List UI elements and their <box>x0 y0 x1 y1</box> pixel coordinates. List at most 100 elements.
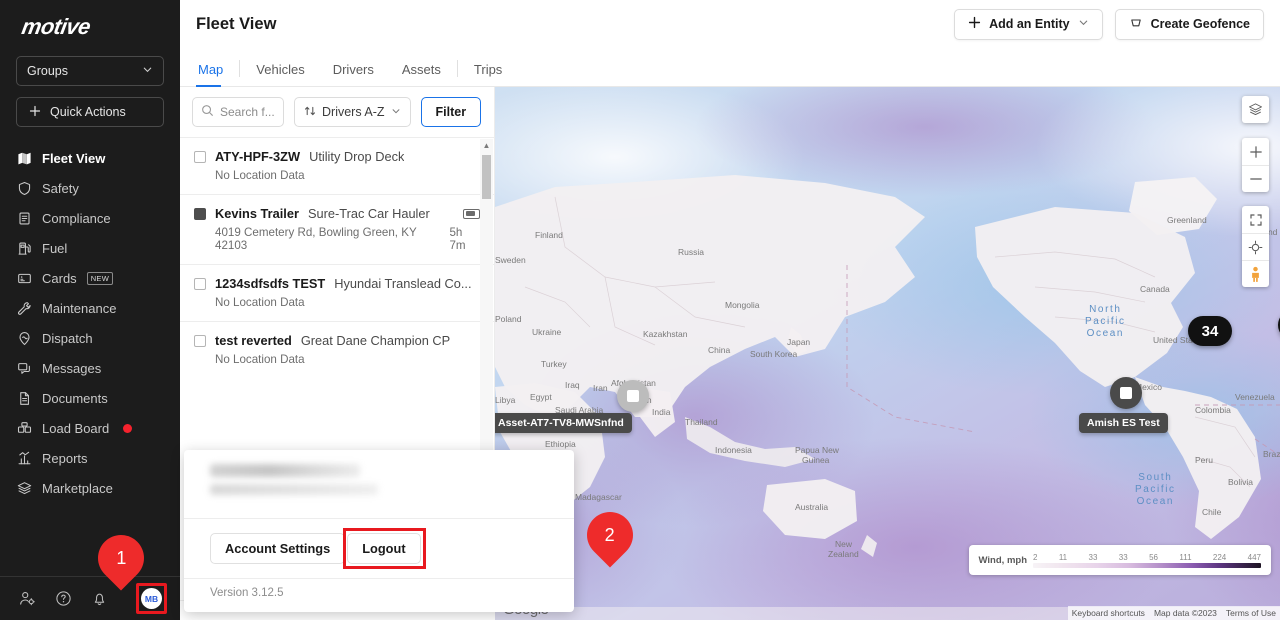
wrench-icon <box>16 300 32 316</box>
list-item-checkbox[interactable] <box>194 335 206 347</box>
sidebar-item-label: Dispatch <box>42 331 93 346</box>
tab-separator <box>457 60 458 77</box>
list-item-header: 1234sdfsdfs TEST Hyundai Translead Co... <box>194 276 480 291</box>
groups-selector[interactable]: Groups <box>16 56 164 86</box>
asset-marker[interactable] <box>1110 377 1142 409</box>
sidebar-item-label: Fuel <box>42 241 67 256</box>
wind-legend-title: Wind, mph <box>979 555 1027 566</box>
sidebar-item-label: Messages <box>42 361 101 376</box>
sidebar-item-cards[interactable]: Cards NEW <box>0 263 180 293</box>
map-label-iran: Iran <box>593 383 608 393</box>
sidebar-item-marketplace[interactable]: Marketplace <box>0 473 180 503</box>
sidebar-item-fleet-view[interactable]: Fleet View <box>0 143 180 173</box>
help-circle-icon[interactable] <box>54 590 72 608</box>
bell-icon[interactable] <box>90 590 108 608</box>
keyboard-shortcuts-link[interactable]: Keyboard shortcuts <box>1072 608 1145 618</box>
sidebar-footer: MB <box>0 576 180 620</box>
quick-actions-button[interactable]: Quick Actions <box>16 97 164 127</box>
add-entity-button[interactable]: Add an Entity <box>954 9 1103 40</box>
sidebar-nav: Fleet ViewSafetyCompliance Fuel Cards NEW Ma… <box>0 143 180 503</box>
scrollbar-thumb[interactable] <box>482 155 491 199</box>
card-icon <box>16 270 32 286</box>
list-item-subtext: No Location Data <box>194 296 480 309</box>
user-settings-icon[interactable] <box>18 590 36 608</box>
map-view[interactable]: GreenlandIcelandFinlandSwedenRussiaPolan… <box>495 87 1280 620</box>
dispatch-pin-icon <box>16 330 32 346</box>
sidebar-item-maintenance[interactable]: Maintenance <box>0 293 180 323</box>
sidebar: motive Groups Quick Actions Fleet ViewSa… <box>0 0 180 620</box>
user-name-blurred <box>210 464 360 477</box>
pegman-icon[interactable] <box>1242 260 1269 287</box>
sidebar-item-load-board[interactable]: Load Board <box>0 413 180 443</box>
create-geofence-button[interactable]: Create Geofence <box>1115 9 1264 40</box>
terms-of-use-link[interactable]: Terms of Use <box>1226 608 1276 618</box>
sidebar-item-messages[interactable]: Messages <box>0 353 180 383</box>
sidebar-item-label: Marketplace <box>42 481 113 496</box>
search-input[interactable]: Search f... <box>192 97 284 127</box>
motive-logo[interactable]: motive <box>0 0 180 40</box>
avatar[interactable]: MB <box>141 588 162 609</box>
list-item[interactable]: Kevins Trailer Sure-Trac Car Hauler 4019… <box>180 194 494 264</box>
map-canvas[interactable]: GreenlandIcelandFinlandSwedenRussiaPolan… <box>495 87 1280 620</box>
map-label-colombia: Colombia <box>1195 405 1231 415</box>
list-item-subtext: No Location Data <box>194 353 480 366</box>
sidebar-item-label: Cards <box>42 271 77 286</box>
map-label-egypt: Egypt <box>530 392 552 402</box>
sidebar-item-dispatch[interactable]: Dispatch <box>0 323 180 353</box>
map-label-iraq: Iraq <box>565 380 580 390</box>
new-badge: NEW <box>87 272 113 285</box>
reports-icon <box>16 450 32 466</box>
layers-icon[interactable] <box>1242 96 1269 123</box>
list-item-name: ATY-HPF-3ZW <box>215 149 300 164</box>
sidebar-item-safety[interactable]: Safety <box>0 173 180 203</box>
zoom-in-button[interactable] <box>1242 138 1269 165</box>
map-label-kazakhstan: Kazakhstan <box>643 329 687 339</box>
sidebar-item-fuel[interactable]: Fuel <box>0 233 180 263</box>
asset-label[interactable]: Amish ES Test <box>1079 413 1168 433</box>
map-cluster[interactable]: 34 <box>1188 316 1232 346</box>
list-item[interactable]: test reverted Great Dane Champion CP No … <box>180 321 494 378</box>
locate-icon[interactable] <box>1242 233 1269 260</box>
asset-dot-icon <box>1110 377 1142 409</box>
tab-vehicles[interactable]: Vehicles <box>242 62 318 86</box>
map-label-new: New <box>835 539 852 549</box>
sidebar-item-documents[interactable]: Documents <box>0 383 180 413</box>
fullscreen-icon[interactable] <box>1242 206 1269 233</box>
tab-trips[interactable]: Trips <box>460 62 516 86</box>
search-placeholder: Search f... <box>220 105 275 119</box>
search-icon <box>201 104 214 120</box>
map-label-japan: Japan <box>787 337 810 347</box>
layers-icon <box>16 480 32 496</box>
list-item-checkbox[interactable] <box>194 151 206 163</box>
map-label-sweden: Sweden <box>495 255 526 265</box>
account-user-info <box>184 450 574 518</box>
list-item-subtext: No Location Data <box>194 169 480 182</box>
top-bar: Fleet View Add an Entity Create Geofence <box>180 0 1280 48</box>
account-settings-button[interactable]: Account Settings <box>210 533 345 564</box>
list-item-subtext: 4019 Cemetery Rd, Bowling Green, KY 4210… <box>194 226 480 252</box>
map-label-guinea: Guinea <box>802 455 829 465</box>
map-view-controls <box>1242 206 1269 287</box>
asset-label[interactable]: Asset-AT7-TV8-MWSnfnd <box>495 413 632 433</box>
tab-assets[interactable]: Assets <box>388 62 455 86</box>
sidebar-item-reports[interactable]: Reports <box>0 443 180 473</box>
filter-button[interactable]: Filter <box>421 97 482 127</box>
wind-tick: 56 <box>1149 553 1158 562</box>
logout-button[interactable]: Logout <box>347 533 420 564</box>
list-item-checkbox[interactable] <box>194 278 206 290</box>
list-item[interactable]: ATY-HPF-3ZW Utility Drop Deck No Locatio… <box>180 137 494 194</box>
list-item-checkbox[interactable] <box>194 208 206 220</box>
asset-marker[interactable] <box>617 380 649 412</box>
list-item-type: Great Dane Champion CP <box>301 333 450 348</box>
tab-map[interactable]: Map <box>196 62 237 86</box>
tab-drivers[interactable]: Drivers <box>319 62 388 86</box>
scroll-up-arrow[interactable]: ▲ <box>480 139 493 152</box>
annotation-number-1: 1 <box>116 548 126 569</box>
zoom-controls <box>1242 138 1269 192</box>
list-item[interactable]: 1234sdfsdfs TEST Hyundai Translead Co...… <box>180 264 494 321</box>
sidebar-item-compliance[interactable]: Compliance <box>0 203 180 233</box>
wind-tick: 33 <box>1089 553 1098 562</box>
map-label-south: South Pacific Ocean <box>1135 472 1176 508</box>
zoom-out-button[interactable] <box>1242 165 1269 192</box>
sort-selector[interactable]: Drivers A-Z <box>294 97 411 127</box>
